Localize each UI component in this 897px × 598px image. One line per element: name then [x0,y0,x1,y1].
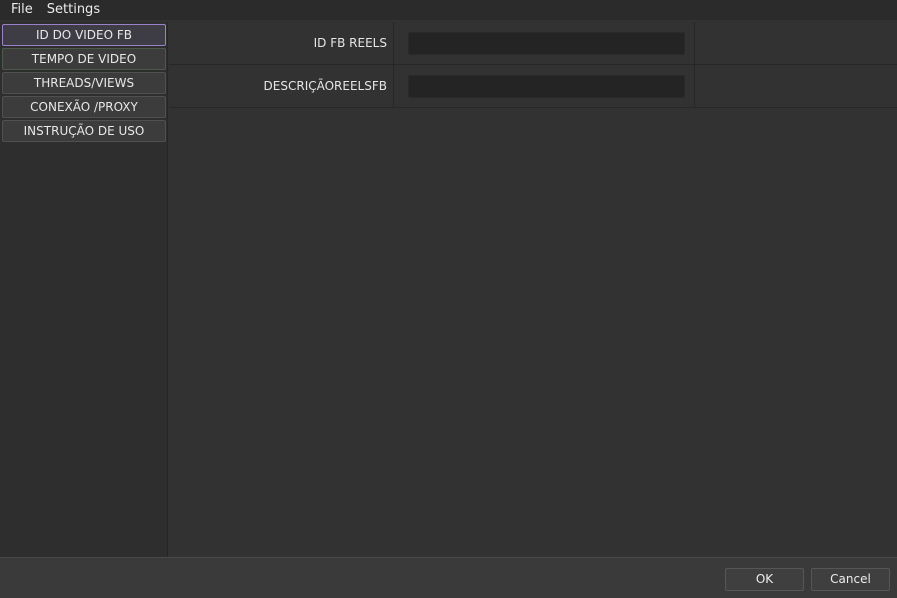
sidebar: ID DO VIDEO FB TEMPO DE VIDEO THREADS/VI… [0,22,168,557]
id-fb-reels-input[interactable] [408,31,685,55]
sidebar-item-threads-views[interactable]: THREADS/VIEWS [2,72,166,94]
dialog-footer: OK Cancel [0,557,897,598]
form-row: ID FB REELS [169,22,897,65]
descricao-reels-fb-input[interactable] [408,74,685,98]
form-row: DESCRIÇÃOREELSFB [169,65,897,108]
field-cell [394,22,695,64]
menu-file[interactable]: File [0,0,40,20]
field-label-descricao-reels-fb: DESCRIÇÃOREELSFB [169,65,394,107]
sidebar-item-tempo-de-video[interactable]: TEMPO DE VIDEO [2,48,166,70]
sidebar-item-conexao-proxy[interactable]: CONEXÃO /PROXY [2,96,166,118]
field-label-id-fb-reels: ID FB REELS [169,22,394,64]
menu-settings[interactable]: Settings [40,0,107,20]
sidebar-item-instrucao-de-uso[interactable]: INSTRUÇÃO DE USO [2,120,166,142]
ok-button[interactable]: OK [725,568,804,591]
sidebar-item-id-do-video-fb[interactable]: ID DO VIDEO FB [2,24,166,46]
settings-window: File Settings ID DO VIDEO FB TEMPO DE VI… [0,0,897,598]
field-cell [394,65,695,107]
cancel-button[interactable]: Cancel [811,568,890,591]
menu-bar: File Settings [0,0,897,20]
form-area: ID FB REELS DESCRIÇÃOREELSFB [169,22,897,557]
